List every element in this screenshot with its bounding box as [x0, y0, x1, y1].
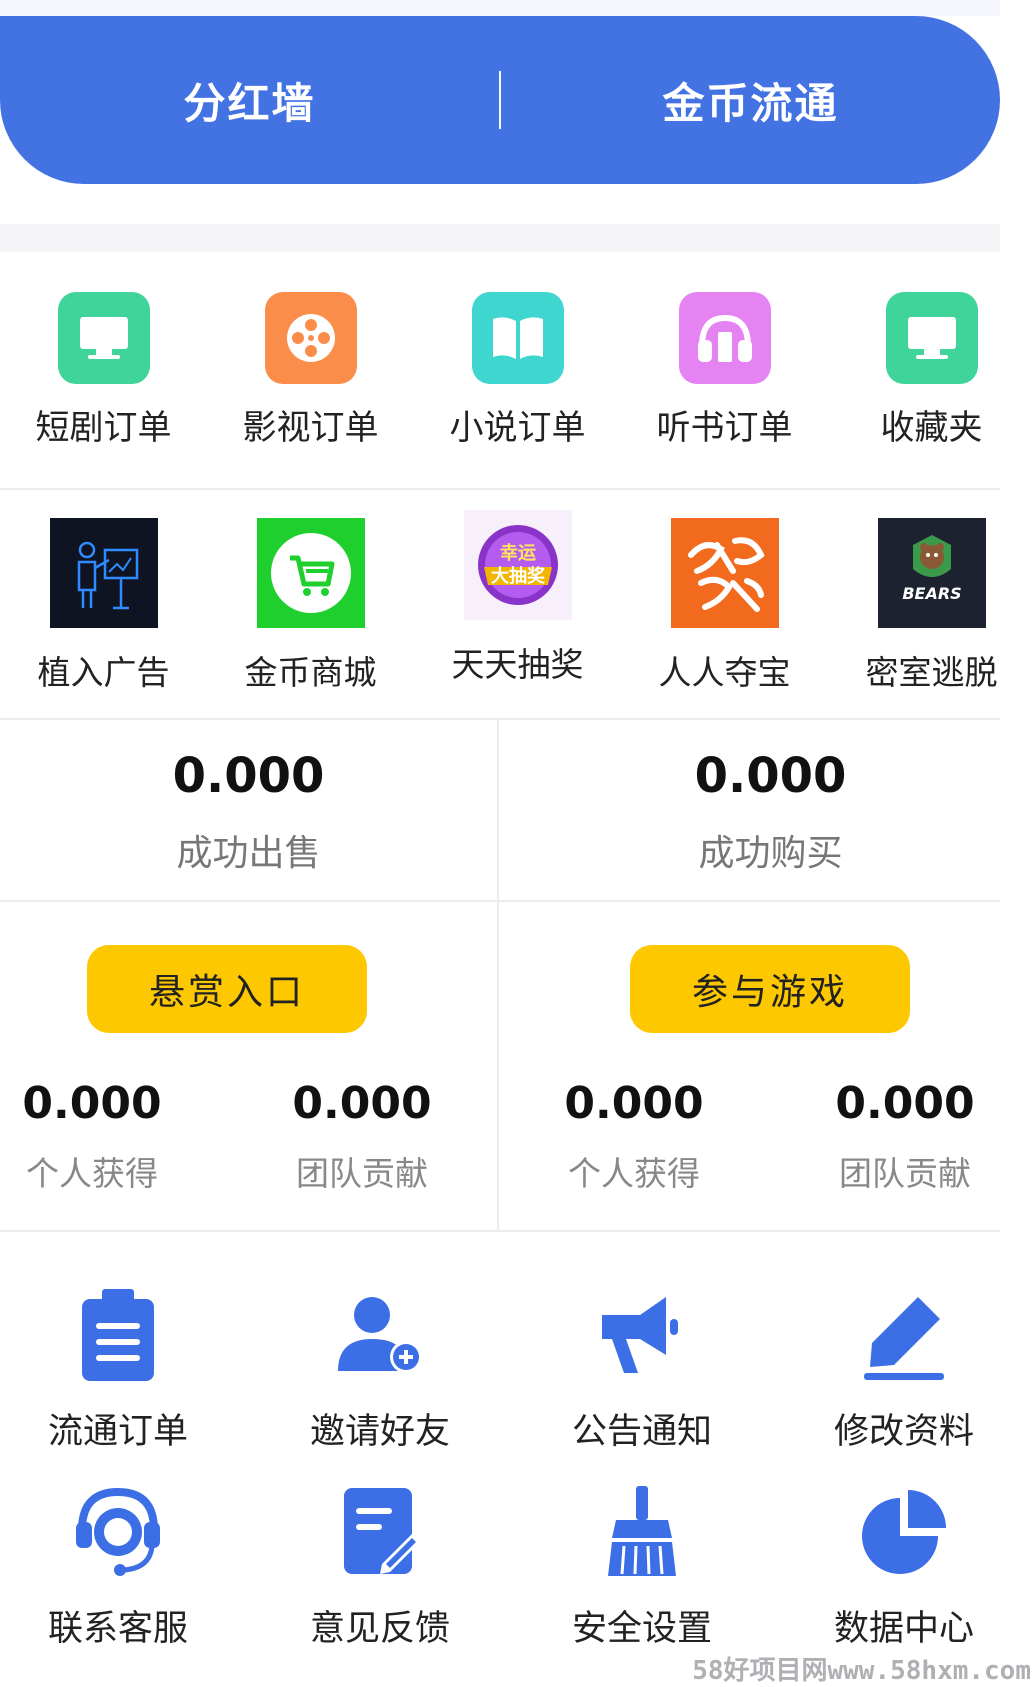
audiobook-orders[interactable]: 听书订单 [621, 292, 828, 449]
film-reel-icon [264, 292, 357, 384]
right-team-value: 0.000 [835, 1078, 975, 1129]
data-center[interactable]: 数据中心 [773, 1482, 1035, 1651]
right-personal-value: 0.000 [564, 1078, 704, 1129]
feature-icon-row: 植入广告 金币商城 幸运 大抽奖 天天抽奖 人人夺宝 BEARS 密室逃脱 [0, 510, 1035, 694]
menu-row-1: 流通订单 邀请好友 公告通知 修改资料 [0, 1285, 1035, 1454]
section-separator [0, 224, 1035, 252]
left-team-label: 团队贡献 [296, 1154, 428, 1193]
contact-support-label: 联系客服 [47, 1609, 188, 1649]
megaphone-icon [592, 1285, 692, 1385]
broom-icon [592, 1482, 692, 1582]
pie-chart-icon [854, 1482, 954, 1582]
feedback-form-icon [330, 1482, 430, 1582]
site-watermark: 58好项目网www.58hxm.com [692, 1656, 1031, 1686]
cart-icon [256, 518, 365, 628]
menu-row-2: 联系客服 意见反馈 安全设置 数据中心 [0, 1482, 1035, 1651]
short-drama-orders[interactable]: 短剧订单 [0, 292, 207, 449]
edit-profile-label: 修改资料 [833, 1412, 974, 1452]
right-personal-stat: 0.000 个人获得 [534, 1078, 734, 1195]
treasure-logo [670, 518, 779, 628]
treasure-hunt-label: 人人夺宝 [658, 653, 791, 692]
feedback-label: 意见反馈 [309, 1609, 450, 1649]
treasure-hunt[interactable]: 人人夺宝 [621, 518, 828, 694]
data-center-label: 数据中心 [833, 1609, 974, 1649]
movie-orders[interactable]: 影视订单 [207, 292, 414, 449]
right-team-label: 团队贡献 [839, 1154, 971, 1193]
sold-value: 0.000 [172, 748, 325, 804]
book-icon [471, 292, 564, 384]
favorites-label: 收藏夹 [880, 408, 983, 448]
bear-logo: BEARS [877, 518, 986, 628]
escape-room-label: 密室逃脱 [865, 653, 998, 692]
bounty-entry-button[interactable]: 悬赏入口 [87, 945, 367, 1033]
sold-stat: 0.000 成功出售 [0, 748, 497, 876]
bought-label: 成功购买 [698, 833, 843, 874]
circulation-orders[interactable]: 流通订单 [0, 1285, 249, 1454]
monitor-icon [57, 292, 150, 384]
feedback[interactable]: 意见反馈 [249, 1482, 511, 1651]
clipboard-icon [68, 1285, 168, 1385]
headset-agent-icon [68, 1482, 168, 1582]
coin-mall-label: 金币商城 [244, 653, 377, 692]
ad-placement-label: 植入广告 [37, 653, 170, 692]
security-settings[interactable]: 安全设置 [511, 1482, 773, 1651]
lottery-badge: 幸运 大抽奖 [463, 510, 572, 620]
headphones-icon [678, 292, 771, 384]
circulation-orders-label: 流通订单 [47, 1412, 188, 1452]
coin-mall[interactable]: 金币商城 [207, 518, 414, 694]
security-settings-label: 安全设置 [571, 1609, 712, 1649]
right-gutter [1000, 0, 1035, 1687]
edit-profile[interactable]: 修改资料 [773, 1285, 1035, 1454]
left-team-value: 0.000 [292, 1078, 432, 1129]
presenter-icon [49, 518, 158, 628]
right-team-stat: 0.000 团队贡献 [805, 1078, 1005, 1195]
divider [0, 900, 1035, 902]
daily-lottery-label: 天天抽奖 [451, 645, 584, 684]
movie-orders-label: 影视订单 [242, 408, 379, 448]
top-strip [0, 0, 1000, 16]
divider [0, 718, 1035, 720]
right-personal-label: 个人获得 [568, 1154, 700, 1193]
audiobook-orders-label: 听书订单 [656, 408, 793, 448]
announcements-label: 公告通知 [571, 1412, 712, 1452]
divider [0, 488, 1035, 490]
banner-divider [499, 71, 501, 129]
bought-value: 0.000 [694, 748, 847, 804]
left-personal-value: 0.000 [22, 1078, 162, 1129]
lottery-badge-text-bottom: 大抽奖 [491, 565, 546, 587]
column-divider [497, 720, 499, 1230]
novel-orders[interactable]: 小说订单 [414, 292, 621, 449]
order-icon-row: 短剧订单 影视订单 小说订单 听书订单 收藏夹 [0, 292, 1035, 449]
edit-pen-icon [854, 1285, 954, 1385]
lottery-badge-text-top: 幸运 [500, 542, 536, 564]
coin-circulation-button[interactable]: 金币流通 [501, 70, 1000, 131]
announcements[interactable]: 公告通知 [511, 1285, 773, 1454]
invite-friends[interactable]: 邀请好友 [249, 1285, 511, 1454]
sold-label: 成功出售 [176, 833, 321, 874]
dividend-wall-button[interactable]: 分红墙 [0, 70, 499, 131]
contact-support[interactable]: 联系客服 [0, 1482, 249, 1651]
invite-friends-label: 邀请好友 [309, 1412, 450, 1452]
short-drama-orders-label: 短剧订单 [35, 408, 172, 448]
add-user-icon [330, 1285, 430, 1385]
join-game-button[interactable]: 参与游戏 [630, 945, 910, 1033]
left-personal-label: 个人获得 [26, 1154, 158, 1193]
left-team-stat: 0.000 团队贡献 [262, 1078, 462, 1195]
ad-placement[interactable]: 植入广告 [0, 518, 207, 694]
divider [0, 1230, 1035, 1232]
top-banner: 分红墙 金币流通 [0, 16, 1000, 184]
novel-orders-label: 小说订单 [449, 408, 586, 448]
daily-lottery[interactable]: 幸运 大抽奖 天天抽奖 [414, 510, 621, 694]
bear-logo-text: BEARS [902, 584, 961, 603]
left-personal-stat: 0.000 个人获得 [0, 1078, 192, 1195]
bought-stat: 0.000 成功购买 [522, 748, 1019, 876]
monitor-icon [885, 292, 978, 384]
